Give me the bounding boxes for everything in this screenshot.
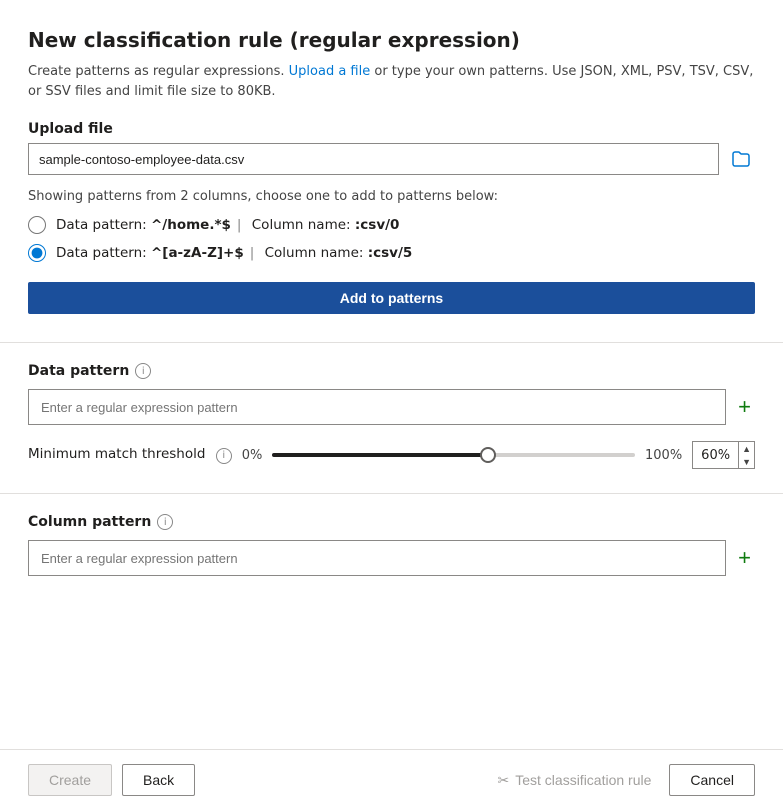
description-prefix: Create patterns as regular expressions. — [28, 64, 289, 79]
threshold-slider-container — [272, 453, 635, 457]
threshold-max-label: 100% — [645, 448, 682, 463]
cancel-button[interactable]: Cancel — [669, 764, 755, 796]
radio-item-2[interactable]: Data pattern: ^[a-zA-Z]+$| Column name: … — [28, 244, 755, 262]
radio-group: Data pattern: ^/home.*$| Column name: :c… — [28, 216, 755, 262]
threshold-min-label: 0% — [242, 448, 263, 463]
upload-link[interactable]: Upload a file — [289, 64, 371, 79]
threshold-info-icon[interactable]: i — [216, 448, 232, 464]
threshold-spinner-arrows: ▲ ▼ — [738, 442, 754, 468]
threshold-increment-button[interactable]: ▲ — [739, 442, 754, 455]
data-pattern-info-icon[interactable]: i — [135, 363, 151, 379]
section-divider-1 — [0, 342, 783, 343]
browse-folder-button[interactable] — [727, 147, 755, 171]
threshold-decrement-button[interactable]: ▼ — [739, 455, 754, 468]
page-title: New classification rule (regular express… — [28, 28, 755, 52]
threshold-row: Minimum match threshold i 0% 100% 60% ▲ … — [28, 441, 755, 469]
folder-icon — [731, 149, 751, 169]
file-input[interactable] — [28, 143, 719, 175]
data-pattern-input-row: + — [28, 389, 755, 425]
column-pattern-input[interactable] — [28, 540, 726, 576]
test-classification-button: ✂ Test classification rule — [490, 765, 660, 796]
back-button[interactable]: Back — [122, 764, 195, 796]
data-pattern-header: Data pattern i — [28, 363, 755, 379]
radio-label-2[interactable]: Data pattern: ^[a-zA-Z]+$| Column name: … — [56, 245, 412, 261]
data-pattern-input[interactable] — [28, 389, 726, 425]
threshold-label: Minimum match threshold i — [28, 446, 232, 464]
upload-row — [28, 143, 755, 175]
bottom-bar: Create Back ✂ Test classification rule C… — [0, 749, 783, 810]
column-pattern-add-button[interactable]: + — [734, 547, 755, 569]
radio-label-1[interactable]: Data pattern: ^/home.*$| Column name: :c… — [56, 217, 399, 233]
radio-option-2[interactable] — [28, 244, 46, 262]
threshold-value: 60% — [693, 448, 738, 463]
upload-label: Upload file — [28, 121, 755, 137]
patterns-hint: Showing patterns from 2 columns, choose … — [28, 189, 755, 204]
create-button: Create — [28, 764, 112, 796]
column-pattern-label: Column pattern — [28, 514, 151, 530]
radio-item-1[interactable]: Data pattern: ^/home.*$| Column name: :c… — [28, 216, 755, 234]
threshold-spinner: 60% ▲ ▼ — [692, 441, 755, 469]
add-to-patterns-button[interactable]: Add to patterns — [28, 282, 755, 314]
column-pattern-header: Column pattern i — [28, 514, 755, 530]
data-pattern-add-button[interactable]: + — [734, 396, 755, 418]
page-description: Create patterns as regular expressions. … — [28, 62, 755, 101]
data-pattern-label: Data pattern — [28, 363, 129, 379]
section-divider-2 — [0, 493, 783, 494]
column-pattern-info-icon[interactable]: i — [157, 514, 173, 530]
test-button-label: Test classification rule — [515, 772, 651, 788]
column-pattern-input-row: + — [28, 540, 755, 576]
threshold-slider[interactable] — [272, 453, 635, 457]
radio-option-1[interactable] — [28, 216, 46, 234]
test-icon: ✂ — [498, 772, 510, 789]
